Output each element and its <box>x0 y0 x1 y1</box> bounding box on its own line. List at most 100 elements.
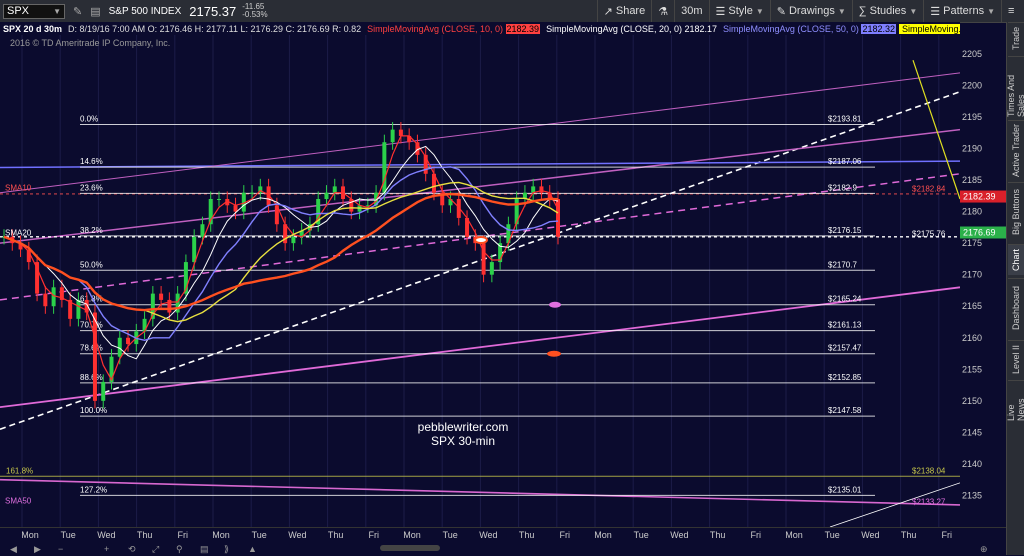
candle-body <box>192 236 197 263</box>
sidebar-tab-trade[interactable]: Trade <box>1008 22 1024 53</box>
top-toolbar: SPX ▼ ✎ ▤ S&P 500 INDEX 2175.37 -11.65 -… <box>0 0 1024 23</box>
scroll-icon: ▲ <box>248 544 257 554</box>
price-chart[interactable]: 0.0% $2193.81 14.6% $2187.06 23.6% $2182.9 38.… <box>0 35 960 527</box>
price-axis[interactable]: 2135 2140 2145 2150 2155 2160 2165 2170 2175 2180… <box>960 35 1006 527</box>
scroll-icon: ▤ <box>200 544 209 554</box>
flask-button[interactable]: ⚗ <box>651 0 674 22</box>
x-tick-label: Fri <box>178 530 189 540</box>
candle-body <box>101 381 106 401</box>
x-tick-label: Wed <box>479 530 497 540</box>
ma-label: SMA20 <box>5 228 32 237</box>
x-tick-label: Mon <box>785 530 803 540</box>
ma-label: SMA10 <box>5 184 32 193</box>
ma-price-label: $2175.76 <box>912 229 946 238</box>
patterns-button[interactable]: ☰ Patterns ▼ <box>923 0 1001 22</box>
fib-pct-label: 127.2% <box>80 485 107 494</box>
candle-body <box>556 199 560 237</box>
menu-icon[interactable]: ≡ <box>1001 0 1024 22</box>
candle-body <box>233 205 238 212</box>
scroll-icon: ⤢ <box>151 544 159 554</box>
fib-price-label: $2135.01 <box>828 485 862 494</box>
zoom-icon: ⊕ <box>980 544 988 554</box>
y-tick-label: 2145 <box>962 427 982 437</box>
sidebar-tab-level-ii[interactable]: Level II <box>1008 340 1024 377</box>
ma-price-label: $2182.84 <box>912 185 946 194</box>
chevron-down-icon: ▼ <box>987 6 995 16</box>
time-axis[interactable]: Mon Tue Wed Thu Fri Mon Tue Wed Thu Fri Mon Tue Wed T… <box>0 527 1006 556</box>
grid <box>21 35 940 527</box>
change-pct: -0.53% <box>242 10 268 19</box>
studies-icon: ∑ <box>858 5 867 17</box>
drawings-button[interactable]: ✎ Drawings ▼ <box>769 0 852 22</box>
x-tick-label: Tue <box>634 530 649 540</box>
y-tick-label: 2180 <box>962 207 982 217</box>
y-tick-label: 2195 <box>962 112 982 122</box>
share-button[interactable]: ↗ Share <box>596 0 652 22</box>
right-sidebar: Trade Times And Sales Active Trader Big But… <box>1006 22 1024 555</box>
fib-pct-label: 161.8% <box>6 466 33 475</box>
x-tick-label: Wed <box>861 530 879 540</box>
index-name: S&P 500 INDEX <box>108 5 182 17</box>
y-tick-label: 2135 <box>962 490 982 500</box>
candle-body <box>291 236 296 244</box>
chevron-down-icon: ▼ <box>837 6 846 16</box>
patterns-icon: ☰ <box>930 5 941 18</box>
y-tick-label: 2185 <box>962 175 982 185</box>
x-tick-label: Thu <box>901 530 917 540</box>
scroll-icon: ⚲ <box>176 544 183 554</box>
chart-type-icon[interactable]: ▤ <box>86 3 104 19</box>
fib-pct-label: 50.0% <box>80 260 103 269</box>
fib-price-label: $2161.13 <box>828 321 862 330</box>
sidebar-tab-live-news[interactable]: Live News <box>1006 380 1024 421</box>
scroll-icon: ⟫ <box>224 544 229 554</box>
chart-title: SPX 20 d 30m <box>3 23 63 34</box>
link-icon[interactable]: ✎ <box>65 3 86 19</box>
study-sma-yellow[interactable]: SimpleMoving... <box>899 23 960 34</box>
studies-button[interactable]: ∑ Studies ▼ <box>851 0 923 22</box>
x-tick-label: Fri <box>751 530 762 540</box>
y-tick-label: 2155 <box>962 364 982 374</box>
y-tick-label: 2165 <box>962 301 982 311</box>
x-tick-label: Tue <box>61 530 76 540</box>
x-tick-label: Thu <box>519 530 535 540</box>
sidebar-tab-times-and-sales[interactable]: Times And Sales <box>1006 56 1024 117</box>
pencil-icon: ✎ <box>776 5 786 18</box>
symbol-input[interactable]: SPX ▼ <box>3 3 65 19</box>
share-icon: ↗ <box>603 5 613 18</box>
fib-price-label: $2138.04 <box>912 466 946 475</box>
fib-price-label: $2193.81 <box>828 115 862 124</box>
chevron-down-icon[interactable]: ▼ <box>53 7 61 16</box>
scrollbar-thumb <box>380 545 440 551</box>
x-tick-label: Tue <box>443 530 458 540</box>
fib-price-label: $2165.24 <box>828 295 862 304</box>
candle-body <box>250 192 255 194</box>
ma-price-label: $2133.27 <box>912 497 946 506</box>
candle-body <box>349 199 354 212</box>
study-sma50[interactable]: SimpleMovingAvg (CLOSE, 50, 0) 2182.32 <box>720 23 899 34</box>
fib-pct-label: 23.6% <box>80 183 103 192</box>
target-marker-white <box>474 236 488 244</box>
x-tick-label: Mon <box>21 530 39 540</box>
study-sma10[interactable]: SimpleMovingAvg (CLOSE, 10, 0) 2182.39 <box>364 23 543 34</box>
sidebar-tab-dashboard[interactable]: Dashboard <box>1008 278 1024 337</box>
fib-price-label: $2187.06 <box>828 157 862 166</box>
candle-body <box>43 293 48 307</box>
candle-body <box>332 186 337 193</box>
fib-price-label: $2182.9 <box>828 183 857 192</box>
x-tick-label: Wed <box>670 530 688 540</box>
fib-pct-label: 38.2% <box>80 226 103 235</box>
x-tick-label: Tue <box>825 530 840 540</box>
style-button[interactable]: ☰ Style ▼ <box>708 0 770 22</box>
fib-price-label: $2176.15 <box>828 226 862 235</box>
fib-price-label: $2152.85 <box>828 373 862 382</box>
sidebar-tab-active-trader[interactable]: Active Trader <box>1008 120 1024 179</box>
x-tick-label: Thu <box>710 530 726 540</box>
study-sma20[interactable]: SimpleMovingAvg (CLOSE, 20, 0) 2182.17 <box>543 24 720 34</box>
ohlc-readout: D: 8/19/16 7:00 AM O: 2176.46 H: 2177.11… <box>68 23 362 34</box>
interval-button[interactable]: 30m <box>674 0 708 22</box>
sidebar-tab-chart[interactable]: Chart <box>1008 244 1024 275</box>
x-tick-label: Fri <box>560 530 571 540</box>
scroll-icon: ◀ <box>10 544 17 554</box>
y-tick-label: 2200 <box>962 80 982 90</box>
sidebar-tab-big-buttons[interactable]: Big Buttons <box>1008 182 1024 241</box>
